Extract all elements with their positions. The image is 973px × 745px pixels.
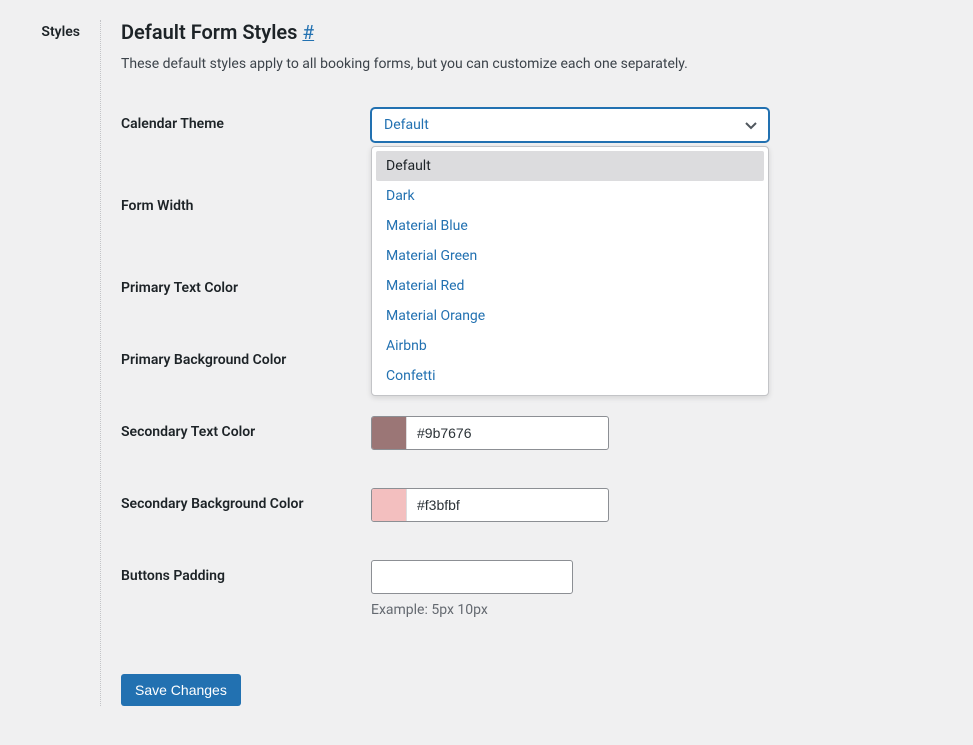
dropdown-option-dark[interactable]: Dark [376, 181, 764, 211]
dropdown-option-airbnb[interactable]: Airbnb [376, 331, 764, 361]
secondary-bg-color-input[interactable] [407, 489, 608, 521]
form-width-label: Form Width [121, 198, 193, 214]
buttons-padding-label: Buttons Padding [121, 568, 225, 584]
dropdown-option-material-red[interactable]: Material Red [376, 271, 764, 301]
sidebar-tab-styles[interactable]: Styles [10, 24, 80, 40]
dropdown-option-material-blue[interactable]: Material Blue [376, 211, 764, 241]
page-title: Default Form Styles # [121, 20, 881, 44]
secondary-bg-color-swatch[interactable] [372, 489, 407, 521]
secondary-text-color-swatch[interactable] [372, 417, 407, 449]
vertical-divider [100, 20, 101, 706]
primary-text-color-label: Primary Text Color [121, 280, 238, 296]
save-button[interactable]: Save Changes [121, 674, 241, 706]
buttons-padding-input[interactable] [371, 560, 573, 594]
calendar-theme-dropdown: Default Dark Material Blue Material Gree… [371, 146, 769, 396]
calendar-theme-label: Calendar Theme [121, 116, 224, 132]
chevron-down-icon [743, 117, 759, 133]
secondary-bg-color-label: Secondary Background Color [121, 496, 303, 512]
dropdown-option-material-green[interactable]: Material Green [376, 241, 764, 271]
secondary-text-color-label: Secondary Text Color [121, 424, 255, 440]
dropdown-option-confetti[interactable]: Confetti [376, 361, 764, 391]
page-title-text: Default Form Styles [121, 20, 297, 44]
title-anchor-link[interactable]: # [302, 21, 314, 44]
secondary-text-color-input[interactable] [407, 417, 608, 449]
calendar-theme-selected-value: Default [384, 117, 429, 133]
buttons-padding-hint: Example: 5px 10px [371, 602, 881, 618]
calendar-theme-select[interactable]: Default [371, 108, 769, 142]
dropdown-option-default[interactable]: Default [376, 151, 764, 181]
dropdown-option-material-orange[interactable]: Material Orange [376, 301, 764, 331]
page-description: These default styles apply to all bookin… [121, 56, 881, 72]
primary-bg-color-label: Primary Background Color [121, 352, 286, 368]
